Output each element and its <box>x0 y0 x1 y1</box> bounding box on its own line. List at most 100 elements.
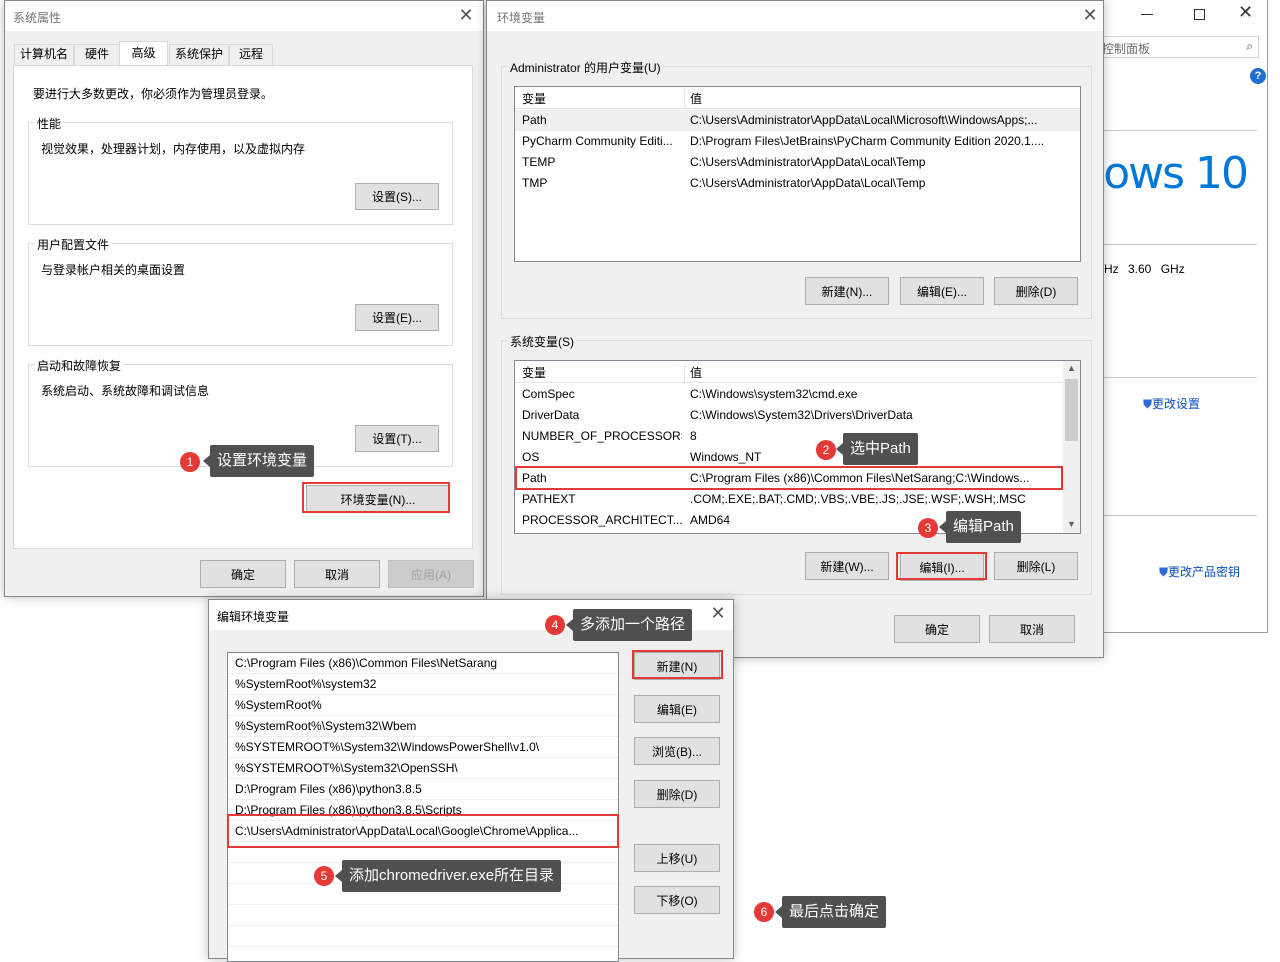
path-entry[interactable]: %SYSTEMROOT%\System32\WindowsPowerShell\… <box>228 737 618 758</box>
step-badge-6: 6 <box>754 902 774 922</box>
system-variables-list[interactable]: 变量 值 ComSpec C:\Windows\system32\cmd.exe D… <box>514 360 1081 534</box>
column-header-variable[interactable]: 变量 <box>522 89 682 110</box>
column-header-value[interactable]: 值 <box>690 89 1070 110</box>
tab-remote[interactable]: 远程 <box>229 44 273 65</box>
column-divider <box>684 364 685 382</box>
table-row[interactable]: TEMP C:\Users\Administrator\AppData\Local… <box>515 152 1080 173</box>
browse-button[interactable]: 浏览(B)... <box>634 737 720 765</box>
group-legend: 用户配置文件 <box>35 236 112 253</box>
table-row[interactable]: Path C:\Program Files (x86)\Common Files\… <box>515 468 1080 489</box>
move-up-button[interactable]: 上移(U) <box>634 844 720 872</box>
group-legend: 启动和故障恢复 <box>35 357 124 374</box>
search-placeholder: 搜索控制面板 <box>1100 42 1151 56</box>
column-header-value[interactable]: 值 <box>690 363 1060 384</box>
table-row[interactable]: NUMBER_OF_PROCESSORS 8 <box>515 426 1080 447</box>
column-divider <box>684 90 685 108</box>
tab-computer-name[interactable]: 计算机名 <box>14 44 74 65</box>
table-row[interactable]: ComSpec C:\Windows\system32\cmd.exe <box>515 384 1080 405</box>
startup-settings-button[interactable]: 设置(T)... <box>355 425 439 452</box>
environment-variables-button[interactable]: 环境变量(N)... <box>306 485 450 513</box>
user-new-button[interactable]: 新建(N)... <box>805 277 889 305</box>
help-icon[interactable]: ? <box>1250 68 1266 84</box>
title-bar: 系统属性 ✕ <box>5 1 483 31</box>
path-entry[interactable]: C:\Users\Administrator\AppData\Local\Goo… <box>228 821 618 842</box>
edit-entry-button[interactable]: 编辑(E) <box>634 695 720 723</box>
user-edit-button[interactable]: 编辑(E)... <box>900 277 984 305</box>
group-description: 系统启动、系统故障和调试信息 <box>41 384 210 398</box>
step-badge-2: 2 <box>816 440 836 460</box>
table-row[interactable]: OS Windows_NT <box>515 447 1080 468</box>
delete-entry-button[interactable]: 删除(D) <box>634 780 720 808</box>
performance-settings-button[interactable]: 设置(S)... <box>355 183 439 210</box>
cancel-button[interactable]: 取消 <box>989 615 1075 643</box>
variable-name: ComSpec <box>522 387 575 401</box>
cpu-speed: Hz 3.60 GHz <box>1104 262 1185 276</box>
scroll-thumb[interactable] <box>1065 379 1078 441</box>
environment-variables-window: 环境变量 ✕ Administrator 的用户变量(U) 变量 值 Path C… <box>486 0 1104 658</box>
table-row[interactable]: PATHEXT .COM;.EXE;.BAT;.CMD;.VBS;.VBE;.JS… <box>515 489 1080 510</box>
admin-note: 要进行大多数更改，你必须作为管理员登录。 <box>33 87 274 101</box>
cancel-button[interactable]: 取消 <box>294 560 380 588</box>
user-delete-button[interactable]: 删除(D) <box>994 277 1078 305</box>
window-title: 环境变量 <box>497 11 546 25</box>
step-callout-3: 编辑Path <box>939 511 1021 543</box>
system-properties-window: 系统属性 ✕ 计算机名 硬件 高级 系统保护 远程 要进行大多数更改，你必须作为… <box>4 0 484 597</box>
step-callout-2: 选中Path <box>836 433 918 465</box>
close-icon[interactable]: ✕ <box>455 6 477 26</box>
step-badge-4: 4 <box>545 615 565 635</box>
maximize-icon[interactable] <box>1194 9 1205 20</box>
change-product-key-link[interactable]: ⛊更改产品密钥 <box>1159 563 1240 580</box>
ok-button[interactable]: 确定 <box>894 615 980 643</box>
move-down-button[interactable]: 下移(O) <box>634 886 720 914</box>
variable-value: C:\Users\Administrator\AppData\Local\Mic… <box>690 113 1038 127</box>
new-entry-button[interactable]: 新建(N) <box>634 652 720 680</box>
step-badge-1: 1 <box>180 452 200 472</box>
path-entry[interactable]: %SystemRoot%\system32 <box>228 674 618 695</box>
vertical-scrollbar[interactable]: ▲ ▼ <box>1063 361 1080 533</box>
system-edit-button[interactable]: 编辑(I)... <box>900 553 984 581</box>
tab-hardware[interactable]: 硬件 <box>74 44 120 65</box>
table-row[interactable]: Path C:\Users\Administrator\AppData\Local… <box>515 110 1080 131</box>
divider <box>1101 515 1257 516</box>
close-icon[interactable]: ✕ <box>707 604 729 624</box>
table-row[interactable]: TMP C:\Users\Administrator\AppData\Local\… <box>515 173 1080 194</box>
title-bar: 环境变量 ✕ <box>487 1 1103 31</box>
variable-value: .COM;.EXE;.BAT;.CMD;.VBS;.VBE;.JS;.JSE;.… <box>690 492 1026 506</box>
ok-button[interactable]: 确定 <box>200 560 286 588</box>
variable-name: PROCESSOR_ARCHITECT... <box>522 513 682 527</box>
variable-value: C:\Users\Administrator\AppData\Local\Tem… <box>690 155 926 169</box>
minimize-icon[interactable] <box>1141 14 1153 15</box>
path-entries-list[interactable]: C:\Program Files (x86)\Common Files\NetS… <box>227 652 619 962</box>
scroll-up-icon[interactable]: ▲ <box>1067 363 1076 373</box>
path-entry[interactable]: D:\Program Files (x86)\python3.8.5\Scrip… <box>228 800 618 821</box>
path-entry[interactable]: %SystemRoot% <box>228 695 618 716</box>
apply-button[interactable]: 应用(A) <box>388 560 474 588</box>
change-settings-link[interactable]: ⛊更改设置 <box>1143 395 1200 412</box>
close-icon[interactable]: ✕ <box>1238 2 1253 23</box>
divider <box>1101 130 1257 131</box>
path-entry[interactable]: D:\Program Files (x86)\python3.8.5 <box>228 779 618 800</box>
system-new-button[interactable]: 新建(W)... <box>805 552 889 580</box>
user-variables-list[interactable]: 变量 值 Path C:\Users\Administrator\AppData\… <box>514 86 1081 262</box>
system-variables-group: 系统变量(S) 变量 值 ComSpec C:\Windows\system32\… <box>501 333 1092 595</box>
path-entry[interactable]: C:\Program Files (x86)\Common Files\NetS… <box>228 653 618 674</box>
tab-system-protection[interactable]: 系统保护 <box>169 44 229 65</box>
group-legend: Administrator 的用户变量(U) <box>508 59 663 76</box>
close-icon[interactable]: ✕ <box>1079 6 1101 26</box>
system-delete-button[interactable]: 删除(L) <box>994 552 1078 580</box>
variable-value: C:\Users\Administrator\AppData\Local\Tem… <box>690 176 926 190</box>
column-header-variable[interactable]: 变量 <box>522 363 682 384</box>
variable-name: DriverData <box>522 408 580 422</box>
variable-name: TMP <box>522 176 548 190</box>
control-panel-window: ✕ 搜索控制面板 ⌕ ? Windows 10 Hz 3.60 GHz ⛊更改设… <box>1099 0 1268 633</box>
path-entry[interactable]: %SYSTEMROOT%\System32\OpenSSH\ <box>228 758 618 779</box>
table-row[interactable]: PyCharm Community Editi... D:\Program Fil… <box>515 131 1080 152</box>
profile-settings-button[interactable]: 设置(E)... <box>355 304 439 331</box>
list-header: 变量 值 <box>515 362 1064 383</box>
tab-advanced[interactable]: 高级 <box>119 41 168 66</box>
search-input[interactable]: 搜索控制面板 ⌕ <box>1099 36 1259 58</box>
group-legend: 性能 <box>35 115 64 132</box>
path-entry[interactable]: %SystemRoot%\System32\Wbem <box>228 716 618 737</box>
table-row[interactable]: DriverData C:\Windows\System32\Drivers\Dr… <box>515 405 1080 426</box>
scroll-down-icon[interactable]: ▼ <box>1067 519 1076 529</box>
